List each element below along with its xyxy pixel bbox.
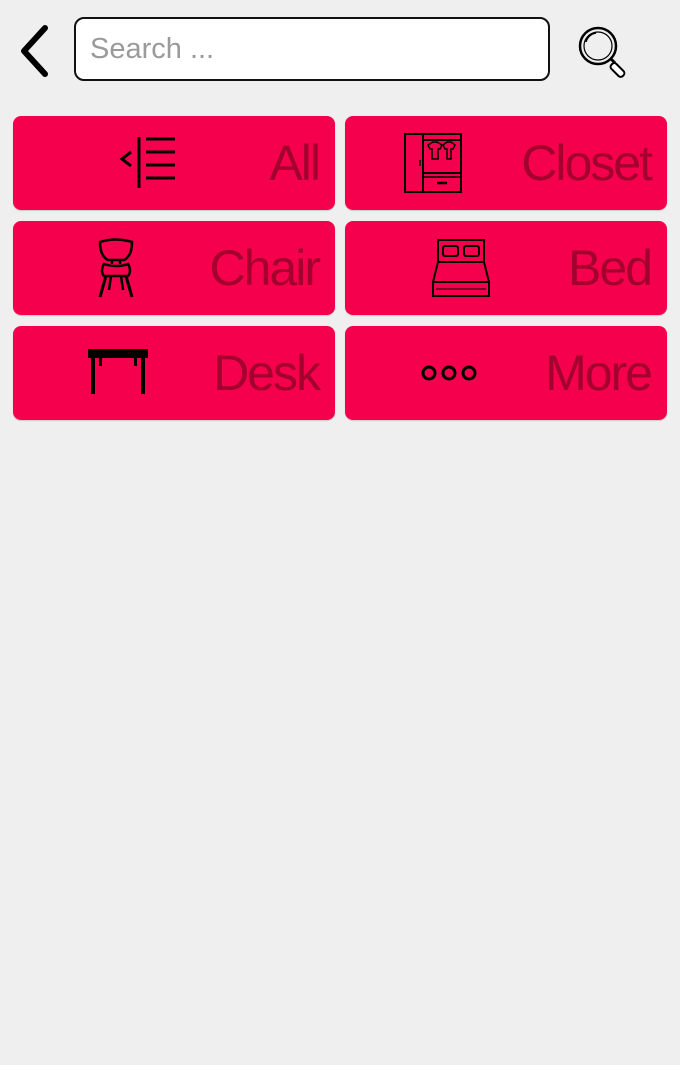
- category-closet-button[interactable]: Closet: [345, 116, 667, 210]
- chevron-left-icon: [21, 25, 48, 77]
- more-dots-icon: [419, 343, 479, 403]
- category-bed-button[interactable]: Bed: [345, 221, 667, 315]
- search-field: [74, 17, 550, 81]
- search-input[interactable]: [76, 19, 548, 79]
- desk-icon: [88, 343, 148, 403]
- category-more-label: More: [545, 345, 653, 401]
- bed-icon: [431, 238, 491, 298]
- chair-icon: [86, 238, 146, 298]
- category-closet-label: Closet: [521, 135, 653, 191]
- category-grid: All Closet Chair Bed Desk More: [13, 116, 667, 420]
- wardrobe-icon: [403, 133, 463, 193]
- category-desk-label: Desk: [213, 345, 321, 401]
- back-button[interactable]: [12, 22, 56, 80]
- category-chair-button[interactable]: Chair: [13, 221, 335, 315]
- category-desk-button[interactable]: Desk: [13, 326, 335, 420]
- list-indent-icon: [117, 133, 177, 193]
- category-all-label: All: [269, 135, 321, 191]
- category-chair-label: Chair: [209, 240, 321, 296]
- magnifier-icon: [578, 26, 626, 78]
- search-button[interactable]: [572, 20, 634, 82]
- top-bar: [0, 0, 680, 100]
- category-all-button[interactable]: All: [13, 116, 335, 210]
- category-bed-label: Bed: [568, 240, 653, 296]
- category-more-button[interactable]: More: [345, 326, 667, 420]
